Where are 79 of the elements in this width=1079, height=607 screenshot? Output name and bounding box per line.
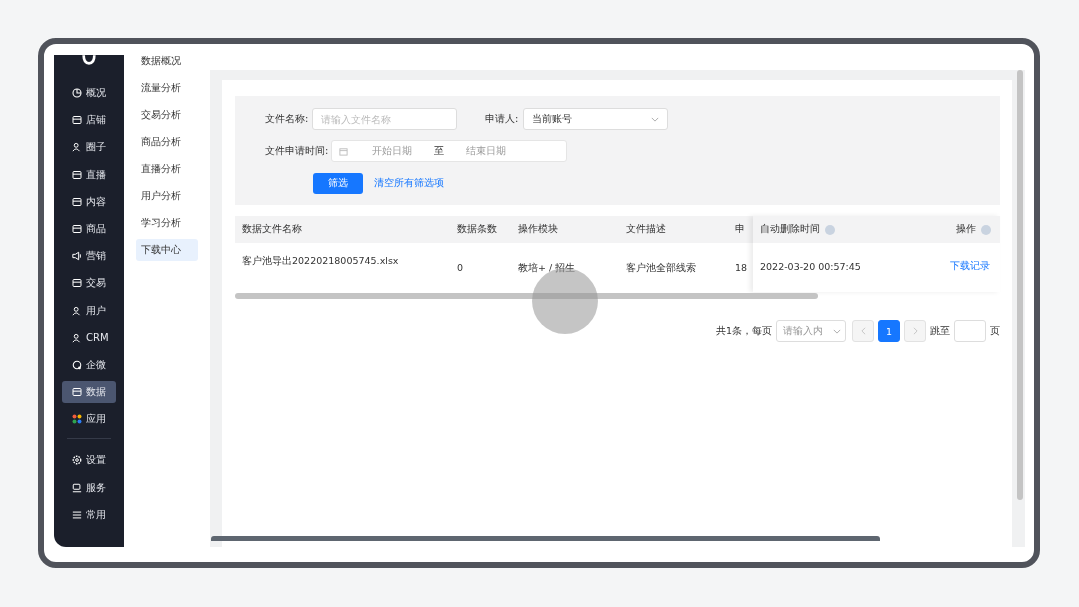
jump-label: 跳至 (930, 324, 950, 338)
table-cell-text: 客户池导出20220218005745.xlsx (241, 254, 400, 268)
column-header: 操作 (956, 223, 976, 236)
subnav-item[interactable]: 学习分析 (136, 212, 198, 234)
chevron-down-icon (651, 116, 659, 122)
subnav-item[interactable]: 数据概况 (136, 55, 198, 72)
download-record-link[interactable]: 下载记录 (950, 260, 990, 271)
user-icon (72, 305, 82, 316)
clear-filters-link[interactable]: 清空所有筛选项 (374, 176, 444, 190)
sidebar-item[interactable]: 企微 (62, 353, 116, 376)
horizontal-scrollbar[interactable] (235, 293, 818, 299)
sidebar-item[interactable]: 圈子 (62, 136, 116, 159)
table-cell-text: 0 (456, 261, 465, 273)
sidebar-item[interactable]: 直播 (62, 163, 116, 186)
subnav-item[interactable]: 商品分析 (136, 131, 198, 153)
logo-icon (81, 55, 97, 65)
info-icon[interactable] (825, 224, 835, 235)
vertical-scrollbar[interactable] (1017, 70, 1023, 500)
sidebar-item[interactable]: 概况 (62, 82, 116, 104)
panel-icon (72, 278, 82, 289)
column-header: 数据条数 (456, 223, 498, 236)
chat-icon (72, 359, 82, 370)
sidebar-item[interactable]: 交易 (62, 272, 116, 295)
chevron-right-icon (912, 327, 918, 335)
column-header: 文件描述 (625, 223, 667, 236)
subnav-item[interactable]: 下载中心 (136, 239, 198, 261)
column-header: 自动删除时间 (760, 223, 820, 236)
field-label: 申请人: (485, 112, 520, 126)
calendar-icon (339, 146, 349, 156)
column-header: 申 (734, 223, 745, 236)
sidebar-item[interactable]: 设置 (62, 449, 116, 472)
apps-icon (72, 414, 82, 425)
subnav-item[interactable]: 直播分析 (136, 158, 198, 180)
panel-icon (72, 196, 82, 207)
column-header: 操作模块 (517, 223, 559, 236)
sidebar-item[interactable]: 店铺 (62, 109, 116, 132)
sidebar-item[interactable]: 服务 (62, 476, 116, 499)
sidebar-item[interactable]: 内容 (62, 190, 116, 213)
service-icon (72, 482, 82, 493)
table-cell-text: 客户池全部线索 (625, 261, 697, 275)
total-count: 共1条，每页 (715, 324, 772, 338)
subnav-item[interactable]: 交易分析 (136, 104, 198, 126)
page-button[interactable]: 1 (878, 320, 900, 342)
sidebar-item[interactable]: CRM (62, 326, 116, 349)
user-icon (72, 332, 82, 343)
subnav-item[interactable]: 流量分析 (136, 77, 198, 99)
sidebar-item[interactable]: 应用 (62, 408, 116, 431)
pie-chart-icon (72, 88, 82, 98)
column-header: 数据文件名称 (241, 223, 303, 236)
panel-icon (72, 387, 82, 398)
sidebar-item[interactable]: 营销 (62, 245, 116, 268)
next-page-button[interactable] (904, 320, 926, 342)
panel-icon (72, 115, 82, 126)
table-cell-text: 2022-03-20 00:57:45 (759, 261, 862, 272)
info-icon[interactable] (981, 224, 991, 235)
list-icon (72, 509, 82, 520)
sidebar-item[interactable]: 商品 (62, 217, 116, 240)
sidebar-item[interactable]: 用户 (62, 299, 116, 322)
previous-page-button[interactable] (852, 320, 874, 342)
applicant-select[interactable]: 当前账号 (523, 108, 668, 130)
table-cell-text: 教培+ / 招生 (517, 261, 577, 275)
chevron-down-icon (833, 328, 841, 334)
file-name-field[interactable]: 请输入文件名称 (312, 108, 457, 130)
page-suffix: 页 (990, 324, 1000, 338)
subnav-item[interactable]: 用户分析 (136, 185, 198, 207)
panel-icon (72, 169, 82, 180)
field-label: 文件申请时间: (265, 144, 329, 158)
table-cell-text: 18 (734, 261, 748, 273)
field-label: 文件名称: (265, 112, 310, 126)
chevron-left-icon (860, 327, 866, 335)
speaker-icon (72, 251, 82, 262)
date-range-field[interactable]: 开始日期 至 结束日期 (331, 140, 568, 162)
settings-icon (72, 455, 82, 466)
user-icon (72, 142, 82, 153)
filter-button[interactable]: 筛选 (313, 172, 363, 194)
sidebar-item[interactable]: 常用 (62, 503, 116, 526)
panel-icon (72, 223, 82, 234)
sidebar-item[interactable]: 数据 (62, 381, 116, 404)
jump-page-field[interactable] (954, 320, 986, 342)
